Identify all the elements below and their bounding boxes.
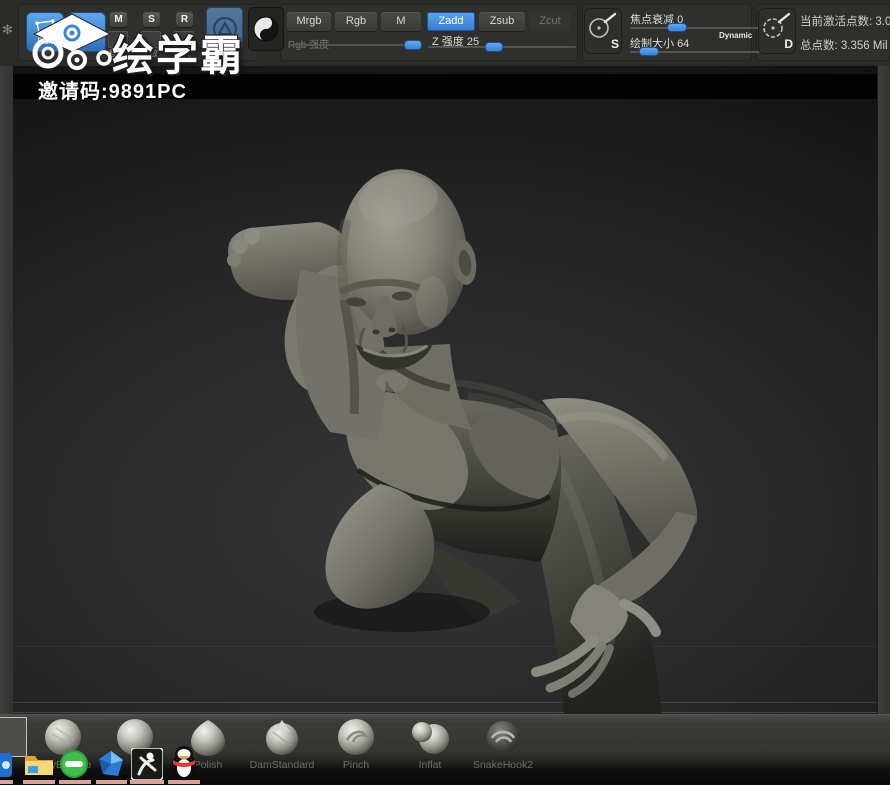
scale-caption: 缩放 [136, 48, 164, 59]
rgb-button[interactable]: Rgb [335, 12, 377, 31]
draw-size-label: 绘制大小 64 [630, 35, 689, 51]
green-sync-app-icon[interactable] [60, 750, 88, 778]
taskbar-underline [168, 780, 200, 784]
point-stats: 当前激活点数: 3.063 Mil 总点数: 3.356 Mil [800, 0, 890, 66]
sculpted-figure [13, 66, 877, 714]
density-badge: D [784, 37, 793, 51]
focal-shift-track[interactable] [630, 27, 768, 29]
brush-sphere-icon [263, 718, 301, 756]
brush-label: DamStandard [242, 759, 322, 771]
mrgb-button[interactable]: Mrgb [287, 12, 331, 31]
total-points-value: 3.356 Mil [841, 40, 888, 52]
stroke-badge: S [611, 37, 619, 51]
rgb-intensity-track[interactable] [288, 44, 421, 46]
brush-sphere-icon [337, 718, 375, 756]
qq-penguin-icon[interactable] [169, 744, 199, 780]
total-points-stat: 总点数: 3.356 Mil [800, 37, 888, 53]
selected-brush-slot[interactable] [0, 717, 27, 757]
scale-gizmo-icon[interactable] [141, 31, 161, 48]
brush-sphere-icon [411, 718, 449, 756]
density-button[interactable]: D [758, 8, 796, 54]
brush-label: Inflat [390, 759, 470, 771]
draw-size-value: 64 [677, 38, 689, 50]
brush-pinch[interactable]: Pinch [328, 715, 384, 785]
rotate-gizmo-icon[interactable] [174, 31, 194, 48]
z-intensity-track[interactable] [428, 46, 576, 48]
brush-inflat[interactable]: Inflat [402, 715, 458, 785]
sculptris-triangle-icon [211, 15, 239, 43]
taskbar-underline [0, 780, 13, 784]
zsub-button[interactable]: Zsub [479, 12, 525, 31]
zcut-button[interactable]: Zcut [529, 12, 571, 31]
material-sphere-icon [252, 15, 280, 43]
brush-label: SnakeHook2 [463, 759, 543, 771]
brush-label: Pinch [316, 759, 396, 771]
dynamic-mode-label[interactable]: Dynamic [719, 31, 752, 40]
pinned-app-icon[interactable] [0, 752, 13, 778]
draw-crosshair-icon [75, 21, 99, 43]
sculpt-canvas[interactable]: 邀请码:9891PC [13, 66, 877, 714]
edit-button-label: Edit [37, 37, 53, 46]
brush-damstandard[interactable]: DamStandard [254, 715, 310, 785]
file-explorer-icon[interactable] [24, 752, 54, 777]
draw-size-handle[interactable] [640, 48, 658, 55]
active-points-stat: 当前激活点数: 3.063 Mil [800, 13, 890, 29]
taskbar-underline [23, 780, 55, 784]
right-canvas-rail[interactable] [877, 66, 890, 714]
scale-key-button[interactable]: S [143, 12, 160, 27]
blue-3d-app-icon[interactable] [97, 750, 125, 778]
draw-button[interactable] [68, 12, 106, 52]
zadd-button[interactable]: Zadd [427, 12, 475, 31]
zbrush-window: ✻ Edit M S R 移动 缩放 旋转 [0, 0, 890, 785]
focal-shift-label-text: 焦点衰减 [630, 14, 674, 26]
brush-snakehook2[interactable]: SnakeHook2 [475, 715, 531, 785]
rgb-intensity-handle[interactable] [405, 41, 421, 49]
clipped-left-icon: ✻ [2, 22, 13, 38]
rotate-key-button[interactable]: R [176, 12, 193, 27]
focal-shift-handle[interactable] [668, 24, 686, 31]
move-caption: 移动 [103, 48, 131, 59]
edit-lasso-icon [33, 19, 57, 35]
taskbar-underline [59, 780, 91, 784]
rotate-caption: 旋转 [169, 48, 197, 59]
zbrush-icon[interactable] [131, 748, 163, 780]
m-button[interactable]: M [381, 12, 421, 31]
stroke-curve-button[interactable]: S [584, 8, 622, 54]
left-canvas-rail[interactable] [0, 66, 14, 714]
active-points-label: 当前激活点数: [800, 16, 872, 28]
taskbar-underline [96, 780, 127, 784]
z-intensity-handle[interactable] [486, 43, 502, 51]
active-points-value: 3.063 Mil [875, 16, 890, 28]
document-area: 邀请码:9891PC [0, 66, 890, 714]
taskbar-underline [130, 780, 164, 784]
edit-button[interactable]: Edit [26, 12, 64, 52]
sculptris-pro-button[interactable] [206, 7, 243, 51]
top-shelf-toolbar: ✻ Edit M S R 移动 缩放 旋转 [0, 0, 890, 67]
total-points-label: 总点数: [800, 40, 838, 52]
brush-sphere-icon [484, 718, 522, 756]
move-gizmo-icon[interactable] [108, 31, 128, 48]
material-sphere-button[interactable] [248, 7, 284, 51]
move-key-button[interactable]: M [110, 12, 127, 27]
